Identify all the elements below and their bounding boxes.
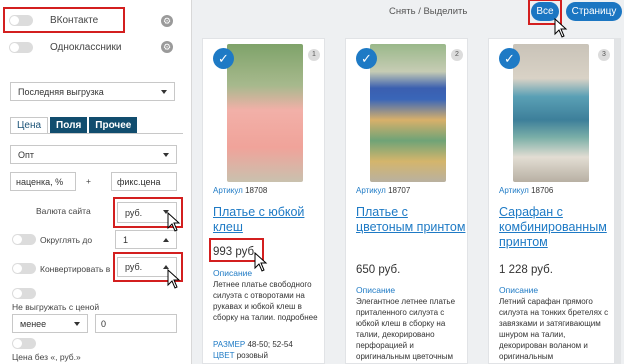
gear-icon[interactable]: ⚙: [161, 15, 173, 27]
export-select-value: Последняя выгрузка: [18, 86, 104, 97]
color-row: ЦВЕТ розовый: [213, 350, 268, 361]
checkmark-icon[interactable]: ✓: [213, 48, 234, 69]
price-mode-select[interactable]: Опт: [10, 145, 177, 164]
scrollbar[interactable]: [615, 38, 621, 364]
settings-tabs: Цена Поля Прочее: [10, 117, 139, 134]
mouse-cursor-icon: [167, 212, 181, 232]
settings-panel: ВКонтакте ⚙ Одноклассники ⚙ Последняя вы…: [0, 0, 192, 364]
product-description: Элегантное летнее платье приталенного си…: [356, 297, 456, 361]
export-select[interactable]: Последняя выгрузка: [10, 82, 175, 101]
card-number: 1: [308, 49, 320, 61]
card-number: 2: [451, 49, 463, 61]
article-number: 18706: [531, 186, 554, 195]
product-card[interactable]: ✓ 2 Артикул 18707 Платье с цветоным прин…: [345, 38, 468, 364]
chevron-down-icon: [163, 153, 169, 157]
price-suffix-label: Цена без «, руб.»: [12, 352, 81, 362]
article-prefix: Артикул: [356, 186, 386, 195]
checkmark-icon[interactable]: ✓: [356, 48, 377, 69]
size-row: РАЗМЕР 48-50; 52-54: [213, 339, 293, 350]
product-title[interactable]: Сарафан с комбинированным принтом: [499, 205, 609, 250]
product-description: Летнее платье свободного силуэта с отвор…: [213, 280, 318, 322]
size-label: РАЗМЕР: [213, 340, 246, 349]
compare-select[interactable]: менее: [12, 314, 88, 333]
mouse-cursor-icon: [554, 18, 568, 38]
tab-other[interactable]: Прочее: [89, 117, 138, 134]
select-toggle-label[interactable]: Снять / Выделить: [389, 6, 467, 17]
description-heading: Описание: [499, 285, 539, 295]
round-toggle[interactable]: [12, 234, 36, 245]
chevron-down-icon: [74, 322, 80, 326]
product-price: 1 228 руб.: [499, 264, 553, 276]
round-value: 1: [123, 234, 129, 245]
description-heading: Описание: [356, 285, 396, 295]
compare-amount-input[interactable]: 0: [95, 314, 177, 333]
color-value: розовый: [236, 351, 269, 360]
convert-label: Конвертировать в: [40, 264, 111, 274]
ok-toggle[interactable]: [9, 41, 33, 53]
price-mode-value: Опт: [18, 149, 34, 160]
tab-fields[interactable]: Поля: [50, 117, 88, 134]
description-heading: Описание: [213, 268, 253, 278]
checkmark-icon[interactable]: ✓: [499, 48, 520, 69]
article-prefix: Артикул: [499, 186, 529, 195]
product-photo: [370, 44, 446, 182]
chevron-up-icon: [163, 238, 169, 242]
product-card[interactable]: ✓ 1 Артикул 18708 Платье с юбкой клеш 99…: [202, 38, 325, 364]
markup-input[interactable]: наценка, %: [10, 172, 76, 191]
gear-icon[interactable]: ⚙: [161, 41, 173, 53]
article: Артикул 18706: [499, 186, 553, 195]
plus-sign: +: [86, 176, 91, 186]
article-number: 18708: [245, 186, 268, 195]
product-title[interactable]: Платье с юбкой клеш: [213, 205, 323, 235]
article-number: 18707: [388, 186, 411, 195]
mouse-cursor-icon: [254, 252, 268, 272]
product-price: 650 руб.: [356, 264, 401, 276]
article-prefix: Артикул: [213, 186, 243, 195]
color-label: ЦВЕТ: [213, 351, 235, 360]
select-page-button[interactable]: Страницу: [566, 2, 622, 21]
noexport-toggle[interactable]: [12, 288, 36, 299]
fixed-price-input[interactable]: фикс.цена: [111, 172, 177, 191]
convert-toggle[interactable]: [12, 263, 36, 274]
tab-price[interactable]: Цена: [10, 117, 49, 134]
currency-label: Валюта сайта: [36, 206, 91, 216]
round-label: Округлять до: [40, 235, 93, 245]
product-photo: [513, 44, 589, 182]
article: Артикул 18708: [213, 186, 267, 195]
fixed-price-placeholder: фикс.цена: [117, 176, 161, 187]
product-title[interactable]: Платье с цветоным принтом: [356, 205, 466, 235]
ok-label: Одноклассники: [50, 41, 122, 53]
noexport-label: Не выгружать с ценой: [12, 302, 100, 312]
article: Артикул 18707: [356, 186, 410, 195]
compare-amount-value: 0: [101, 318, 107, 329]
compare-value: менее: [20, 318, 47, 329]
size-value: 48-50; 52-54: [247, 340, 293, 349]
card-number: 3: [598, 49, 610, 61]
markup-placeholder: наценка, %: [16, 176, 64, 187]
highlight-box: [3, 7, 125, 33]
product-photo: [227, 44, 303, 182]
preview-area: Снять / Выделить Все Страницу ✓ 1 Артику…: [192, 0, 624, 364]
tab-divider: [10, 133, 183, 134]
chevron-down-icon: [161, 90, 167, 94]
product-card[interactable]: ✓ 3 Артикул 18706 Сарафан с комбинирован…: [488, 38, 615, 364]
product-description: Летний сарафан прямого силуэта на тонких…: [499, 297, 609, 361]
network-row-ok[interactable]: Одноклассники: [9, 38, 121, 56]
price-suffix-toggle[interactable]: [12, 338, 36, 349]
round-select[interactable]: 1: [115, 230, 177, 249]
mouse-cursor-icon: [167, 269, 181, 289]
